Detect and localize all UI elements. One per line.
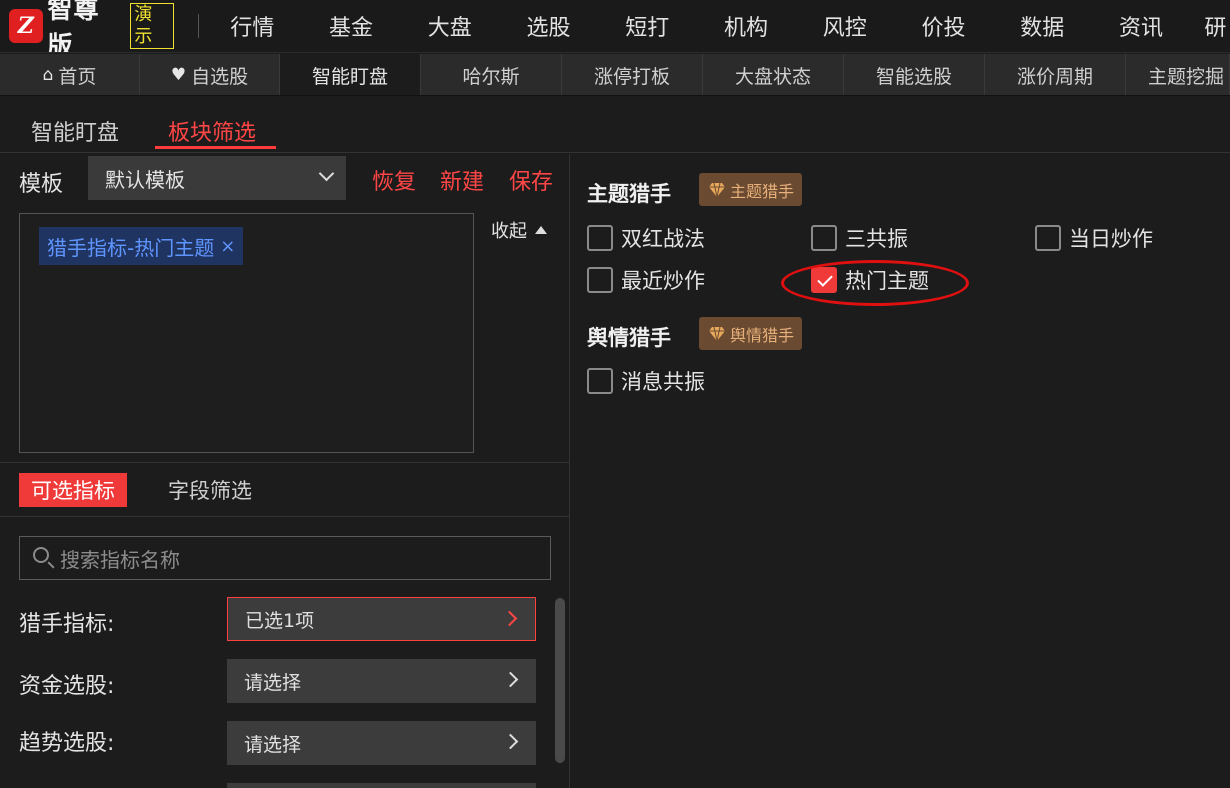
sentiment-hunter-badge-label: 舆情猎手 (730, 325, 795, 345)
hunter-indicator-label: 猎手指标: (19, 612, 115, 637)
template-label: 模板 (19, 172, 64, 197)
section-divider (0, 462, 569, 463)
condition-chip-label: 猎手指标-热门主题 (47, 235, 215, 260)
tab-field-filter[interactable]: 字段筛选 (156, 473, 264, 507)
highlight-annotation (781, 260, 969, 306)
tab-limit-up[interactable]: 涨停打板 (562, 54, 703, 95)
restore-button[interactable]: 恢复 (372, 164, 416, 196)
tab-home[interactable]: ⌂ 首页 (0, 54, 140, 95)
tab-market-status[interactable]: 大盘状态 (703, 54, 844, 95)
search-icon (33, 547, 49, 563)
nav-item-xuangu[interactable]: 选股 (499, 10, 598, 42)
diamond-icon (709, 326, 725, 341)
nav-item-yan[interactable]: 研 (1190, 10, 1230, 42)
theme-hunter-badge-label: 主题猎手 (730, 181, 795, 201)
trend-picker-selector[interactable]: 请选择 (227, 721, 536, 765)
search-placeholder: 搜索指标名称 (60, 547, 180, 572)
filter-config-panel: 模板 默认模板 恢复 新建 保存 猎手指标-热门主题 × 收起 可选指标 字段筛… (0, 154, 570, 788)
collapse-button[interactable]: 收起 (491, 217, 547, 243)
selected-conditions-box: 猎手指标-热门主题 × (19, 213, 474, 453)
checkbox-box[interactable] (587, 267, 613, 293)
collapse-label: 收起 (491, 221, 527, 242)
demo-tag: 演示 (130, 3, 174, 49)
chevron-right-icon (502, 671, 519, 688)
chevron-right-icon (502, 733, 519, 750)
tab-theme-mining[interactable]: 主题挖掘 (1126, 54, 1230, 95)
sentiment-hunter-title: 舆情猎手 (587, 326, 671, 350)
indicator-options-panel: 主题猎手 主题猎手 双红战法 三共振 当日炒作 最近炒作 热门主题 舆情猎手 舆… (571, 154, 1230, 788)
nav-item-hangqing[interactable]: 行情 (203, 10, 302, 42)
save-button[interactable]: 保存 (509, 164, 553, 196)
checkbox-label: 当日炒作 (1069, 227, 1153, 251)
checkbox-shuanghong[interactable]: 双红战法 (587, 223, 705, 253)
checkbox-box[interactable] (587, 225, 613, 251)
capital-picker-value: 请选择 (244, 671, 302, 694)
tab-watchlist[interactable]: ♥ 自选股 (140, 54, 280, 95)
heart-icon: ♥ (170, 65, 187, 85)
checkbox-news-resonance[interactable]: 消息共振 (587, 366, 705, 396)
trend-picker-label: 趋势选股: (19, 731, 115, 756)
tab-available-indicators[interactable]: 可选指标 (19, 473, 127, 507)
checkbox-label: 消息共振 (621, 370, 705, 394)
nav-separator (197, 14, 199, 38)
theme-hunter-title: 主题猎手 (587, 182, 671, 206)
nav-item-fengkong[interactable]: 风控 (795, 10, 894, 42)
inner-tab-bar: 智能盯盘 板块筛选 (0, 97, 1230, 153)
checkbox-label: 最近炒作 (621, 269, 705, 293)
new-button[interactable]: 新建 (440, 164, 484, 196)
checkbox-label: 三共振 (845, 227, 908, 251)
hunter-indicator-value: 已选1项 (245, 609, 315, 632)
inner-tab-sector-filter[interactable]: 板块筛选 (168, 115, 256, 147)
capital-picker-label: 资金选股: (19, 674, 115, 699)
tab-smart-picker[interactable]: 智能选股 (844, 54, 985, 95)
hunter-indicator-selector[interactable]: 已选1项 (227, 597, 536, 641)
inner-tab-smart-monitor[interactable]: 智能盯盘 (31, 115, 119, 147)
condition-chip[interactable]: 猎手指标-热门主题 × (39, 227, 244, 265)
trend-picker-value: 请选择 (244, 733, 302, 756)
template-select-value: 默认模板 (105, 167, 185, 192)
search-input[interactable]: 搜索指标名称 (19, 536, 551, 580)
nav-item-duanda[interactable]: 短打 (598, 10, 697, 42)
tab-haersi[interactable]: 哈尔斯 (421, 54, 562, 95)
theme-hunter-badge: 主题猎手 (699, 173, 803, 206)
capital-picker-selector[interactable]: 请选择 (227, 659, 536, 703)
checkbox-label: 双红战法 (621, 227, 705, 251)
close-icon[interactable]: × (220, 236, 235, 257)
scrollbar[interactable] (555, 598, 565, 763)
checkbox-sangongzhen[interactable]: 三共振 (811, 223, 908, 253)
chevron-right-icon (501, 610, 518, 627)
chevron-down-icon (318, 165, 335, 182)
top-navigation: Z 智尊版 演示 行情 基金 大盘 选股 短打 机构 风控 价投 数据 资讯 研 (0, 0, 1230, 53)
logo-text: 智尊版 (47, 0, 100, 53)
app-logo[interactable]: Z 智尊版 演示 (9, 0, 174, 53)
checkbox-dangri[interactable]: 当日炒作 (1035, 223, 1153, 253)
logo-mark-icon: Z (9, 9, 43, 43)
tab-watchlist-label: 自选股 (191, 65, 249, 88)
nav-item-jigou[interactable]: 机构 (697, 10, 796, 42)
caret-up-icon (535, 226, 547, 234)
next-selector[interactable] (227, 783, 536, 788)
home-icon: ⌂ (42, 65, 54, 85)
nav-item-jijin[interactable]: 基金 (302, 10, 401, 42)
tab-smart-monitor[interactable]: 智能盯盘 (280, 54, 421, 95)
nav-item-shuju[interactable]: 数据 (993, 10, 1092, 42)
template-select[interactable]: 默认模板 (88, 156, 346, 200)
checkbox-box[interactable] (811, 225, 837, 251)
tab-price-cycle[interactable]: 涨价周期 (985, 54, 1126, 95)
checkbox-box[interactable] (587, 368, 613, 394)
active-tab-underline (155, 146, 276, 149)
diamond-icon (709, 182, 725, 197)
tab-home-label: 首页 (58, 65, 97, 88)
nav-item-zixun[interactable]: 资讯 (1092, 10, 1191, 42)
section-divider (0, 516, 569, 517)
nav-item-dapan[interactable]: 大盘 (400, 10, 499, 42)
sub-tab-bar: ⌂ 首页 ♥ 自选股 智能盯盘 哈尔斯 涨停打板 大盘状态 智能选股 涨价周期 … (0, 54, 1230, 96)
checkbox-box[interactable] (1035, 225, 1061, 251)
sentiment-hunter-badge: 舆情猎手 (699, 317, 803, 350)
nav-item-jiatou[interactable]: 价投 (894, 10, 993, 42)
checkbox-zuijin[interactable]: 最近炒作 (587, 265, 705, 295)
